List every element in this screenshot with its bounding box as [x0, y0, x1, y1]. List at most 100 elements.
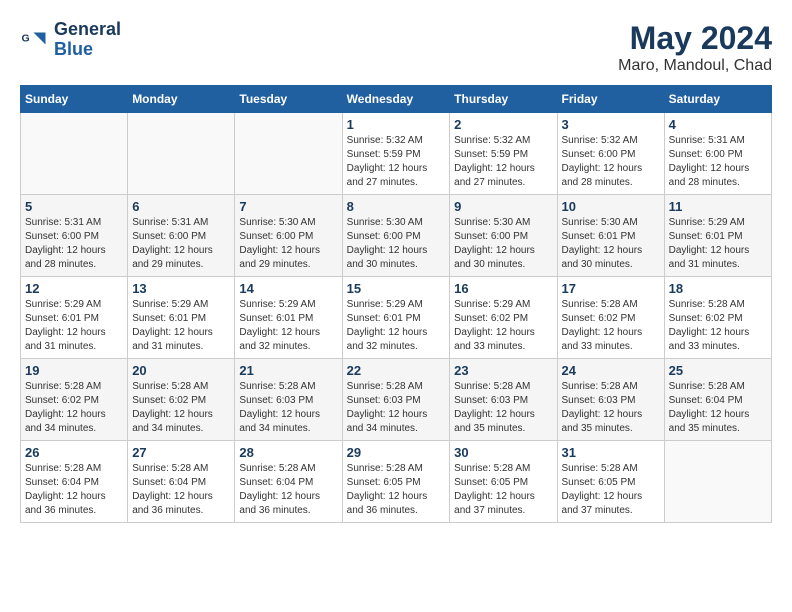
calendar-cell: 29Sunrise: 5:28 AM Sunset: 6:05 PM Dayli…: [342, 441, 450, 523]
day-info: Sunrise: 5:28 AM Sunset: 6:04 PM Dayligh…: [669, 380, 767, 436]
day-number: 14: [239, 281, 337, 296]
day-info: Sunrise: 5:32 AM Sunset: 6:00 PM Dayligh…: [562, 134, 660, 190]
day-number: 12: [25, 281, 123, 296]
day-info: Sunrise: 5:30 AM Sunset: 6:00 PM Dayligh…: [454, 216, 552, 272]
calendar-week-row: 12 Sunrise: 5:29 AM Sunset: 6:01 PM Dayli…: [21, 277, 772, 359]
day-number: 10: [562, 199, 660, 214]
calendar-cell: 3 Sunrise: 5:32 AM Sunset: 6:00 PM Daylig…: [557, 113, 664, 195]
day-number: 24: [562, 363, 660, 378]
calendar-day-header: Wednesday: [342, 86, 450, 113]
day-number: 5: [25, 199, 123, 214]
logo-icon: G: [20, 25, 50, 55]
calendar-table: SundayMondayTuesdayWednesdayThursdayFrid…: [20, 85, 772, 523]
day-number: 25: [669, 363, 767, 378]
calendar-cell: 30 Sunrise: 5:28 AM Sunset: 6:05 PM Dayli…: [450, 441, 557, 523]
calendar-cell: 24 Sunrise: 5:28 AM Sunset: 6:03 PM Dayli…: [557, 359, 664, 441]
day-info: Sunrise: 5:31 AM Sunset: 6:00 PM Dayligh…: [25, 216, 123, 272]
svg-text:G: G: [22, 32, 30, 44]
day-info: Sunrise: 5:28 AM Sunset: 6:04 PM Dayligh…: [239, 462, 337, 518]
day-number: 8: [347, 199, 446, 214]
calendar-cell: 10 Sunrise: 5:30 AM Sunset: 6:01 PM Dayli…: [557, 195, 664, 277]
day-info: Sunrise: 5:28 AM Sunset: 6:04 PM Dayligh…: [25, 462, 123, 518]
month-title: May 2024: [618, 20, 772, 57]
title-area: May 2024 Maro, Mandoul, Chad: [618, 20, 772, 75]
calendar-cell: 12 Sunrise: 5:29 AM Sunset: 6:01 PM Dayli…: [21, 277, 128, 359]
calendar-week-row: 19 Sunrise: 5:28 AM Sunset: 6:02 PM Dayli…: [21, 359, 772, 441]
calendar-cell: 18 Sunrise: 5:28 AM Sunset: 6:02 PM Dayli…: [664, 277, 771, 359]
day-info: Sunrise: 5:30 AM Sunset: 6:00 PM Dayligh…: [239, 216, 337, 272]
day-info: Sunrise: 5:28 AM Sunset: 6:03 PM Dayligh…: [347, 380, 446, 436]
calendar-cell: 6 Sunrise: 5:31 AM Sunset: 6:00 PM Daylig…: [128, 195, 235, 277]
day-number: 7: [239, 199, 337, 214]
page-header: G General Blue May 2024 Maro, Mandoul, C…: [20, 20, 772, 75]
calendar-cell: 25 Sunrise: 5:28 AM Sunset: 6:04 PM Dayli…: [664, 359, 771, 441]
day-info: Sunrise: 5:31 AM Sunset: 6:00 PM Dayligh…: [132, 216, 230, 272]
day-number: 1: [347, 117, 446, 132]
calendar-cell: 27Sunrise: 5:28 AM Sunset: 6:04 PM Dayli…: [128, 441, 235, 523]
day-info: Sunrise: 5:28 AM Sunset: 6:05 PM Dayligh…: [562, 462, 660, 518]
day-number: 2: [454, 117, 552, 132]
day-number: 27: [132, 445, 230, 460]
day-number: 6: [132, 199, 230, 214]
day-info: Sunrise: 5:29 AM Sunset: 6:01 PM Dayligh…: [347, 298, 446, 354]
day-number: 28: [239, 445, 337, 460]
calendar-header-row: SundayMondayTuesdayWednesdayThursdayFrid…: [21, 86, 772, 113]
day-info: Sunrise: 5:32 AM Sunset: 5:59 PM Dayligh…: [347, 134, 446, 190]
calendar-week-row: 5 Sunrise: 5:31 AM Sunset: 6:00 PM Daylig…: [21, 195, 772, 277]
calendar-cell: 17Sunrise: 5:28 AM Sunset: 6:02 PM Dayli…: [557, 277, 664, 359]
calendar-cell: 9 Sunrise: 5:30 AM Sunset: 6:00 PM Daylig…: [450, 195, 557, 277]
day-info: Sunrise: 5:28 AM Sunset: 6:02 PM Dayligh…: [132, 380, 230, 436]
day-info: Sunrise: 5:28 AM Sunset: 6:05 PM Dayligh…: [454, 462, 552, 518]
calendar-cell: 26 Sunrise: 5:28 AM Sunset: 6:04 PM Dayli…: [21, 441, 128, 523]
day-number: 20: [132, 363, 230, 378]
day-info: Sunrise: 5:29 AM Sunset: 6:01 PM Dayligh…: [25, 298, 123, 354]
calendar-cell: 14 Sunrise: 5:29 AM Sunset: 6:01 PM Dayli…: [235, 277, 342, 359]
calendar-cell: 28 Sunrise: 5:28 AM Sunset: 6:04 PM Dayli…: [235, 441, 342, 523]
day-info: Sunrise: 5:28 AM Sunset: 6:02 PM Dayligh…: [25, 380, 123, 436]
day-number: 11: [669, 199, 767, 214]
calendar-week-row: 26 Sunrise: 5:28 AM Sunset: 6:04 PM Dayli…: [21, 441, 772, 523]
day-number: 26: [25, 445, 123, 460]
day-number: 9: [454, 199, 552, 214]
calendar-body: 1 Sunrise: 5:32 AM Sunset: 5:59 PM Daylig…: [21, 113, 772, 523]
logo: G General Blue: [20, 20, 121, 60]
day-number: 3: [562, 117, 660, 132]
day-info: Sunrise: 5:28 AM Sunset: 6:02 PM Dayligh…: [669, 298, 767, 354]
day-number: 22: [347, 363, 446, 378]
day-info: Sunrise: 5:30 AM Sunset: 6:00 PM Dayligh…: [347, 216, 446, 272]
calendar-cell: [128, 113, 235, 195]
calendar-cell: 8 Sunrise: 5:30 AM Sunset: 6:00 PM Daylig…: [342, 195, 450, 277]
day-number: 18: [669, 281, 767, 296]
calendar-cell: 4Sunrise: 5:31 AM Sunset: 6:00 PM Daylig…: [664, 113, 771, 195]
day-number: 15: [347, 281, 446, 296]
calendar-day-header: Thursday: [450, 86, 557, 113]
day-info: Sunrise: 5:29 AM Sunset: 6:02 PM Dayligh…: [454, 298, 552, 354]
calendar-cell: [235, 113, 342, 195]
day-info: Sunrise: 5:28 AM Sunset: 6:03 PM Dayligh…: [454, 380, 552, 436]
location-title: Maro, Mandoul, Chad: [618, 57, 772, 75]
day-info: Sunrise: 5:28 AM Sunset: 6:03 PM Dayligh…: [239, 380, 337, 436]
day-info: Sunrise: 5:29 AM Sunset: 6:01 PM Dayligh…: [239, 298, 337, 354]
day-number: 30: [454, 445, 552, 460]
day-number: 29: [347, 445, 446, 460]
calendar-cell: 1 Sunrise: 5:32 AM Sunset: 5:59 PM Daylig…: [342, 113, 450, 195]
calendar-day-header: Tuesday: [235, 86, 342, 113]
day-number: 19: [25, 363, 123, 378]
day-info: Sunrise: 5:29 AM Sunset: 6:01 PM Dayligh…: [669, 216, 767, 272]
calendar-cell: 19 Sunrise: 5:28 AM Sunset: 6:02 PM Dayli…: [21, 359, 128, 441]
calendar-cell: 7 Sunrise: 5:30 AM Sunset: 6:00 PM Daylig…: [235, 195, 342, 277]
day-info: Sunrise: 5:29 AM Sunset: 6:01 PM Dayligh…: [132, 298, 230, 354]
calendar-week-row: 1 Sunrise: 5:32 AM Sunset: 5:59 PM Daylig…: [21, 113, 772, 195]
day-number: 31: [562, 445, 660, 460]
day-number: 21: [239, 363, 337, 378]
calendar-cell: 2Sunrise: 5:32 AM Sunset: 5:59 PM Daylig…: [450, 113, 557, 195]
calendar-cell: 31 Sunrise: 5:28 AM Sunset: 6:05 PM Dayli…: [557, 441, 664, 523]
logo-text: General Blue: [54, 20, 121, 60]
calendar-cell: 22 Sunrise: 5:28 AM Sunset: 6:03 PM Dayli…: [342, 359, 450, 441]
calendar-cell: 23Sunrise: 5:28 AM Sunset: 6:03 PM Dayli…: [450, 359, 557, 441]
calendar-day-header: Friday: [557, 86, 664, 113]
day-info: Sunrise: 5:28 AM Sunset: 6:03 PM Dayligh…: [562, 380, 660, 436]
day-info: Sunrise: 5:30 AM Sunset: 6:01 PM Dayligh…: [562, 216, 660, 272]
day-number: 4: [669, 117, 767, 132]
calendar-cell: 21 Sunrise: 5:28 AM Sunset: 6:03 PM Dayli…: [235, 359, 342, 441]
